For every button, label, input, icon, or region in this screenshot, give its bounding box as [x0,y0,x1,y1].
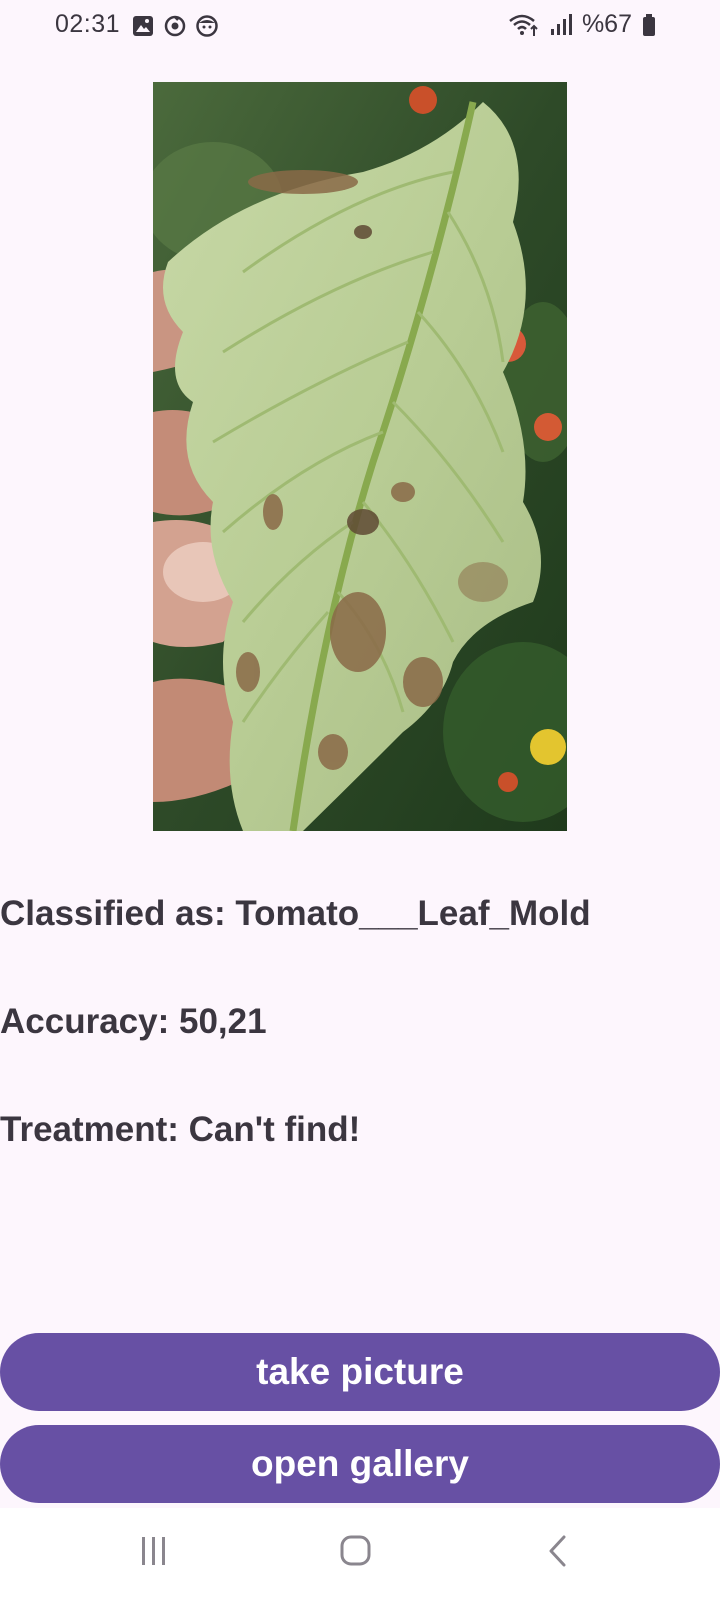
accuracy-value: Accuracy: 50,21 [0,1002,267,1041]
status-time: 02:31 [55,10,121,38]
treatment-text: Treatment: Can't find! [0,1110,361,1149]
recent-apps-icon[interactable] [139,1534,169,1568]
wifi-icon [509,14,538,36]
leaf-photo [153,82,567,831]
open-gallery-button[interactable]: open gallery [0,1425,720,1503]
classification-result: Classified as: Tomato___Leaf_Mold [0,894,591,933]
signal-icon [550,13,572,35]
battery-percentage: %67 [581,10,632,38]
status-bar: 02:31 %67 [0,0,720,52]
status-notification-icons [131,14,219,38]
battery-icon [643,13,655,36]
take-picture-button[interactable]: take picture [0,1333,720,1411]
gallery-icon [133,16,153,36]
status-system-icons: %67 [508,10,656,39]
home-icon[interactable] [339,1534,373,1568]
sync-icon [164,15,186,37]
face-icon [196,15,218,37]
back-icon[interactable] [546,1534,570,1568]
navigation-bar [0,1508,720,1600]
